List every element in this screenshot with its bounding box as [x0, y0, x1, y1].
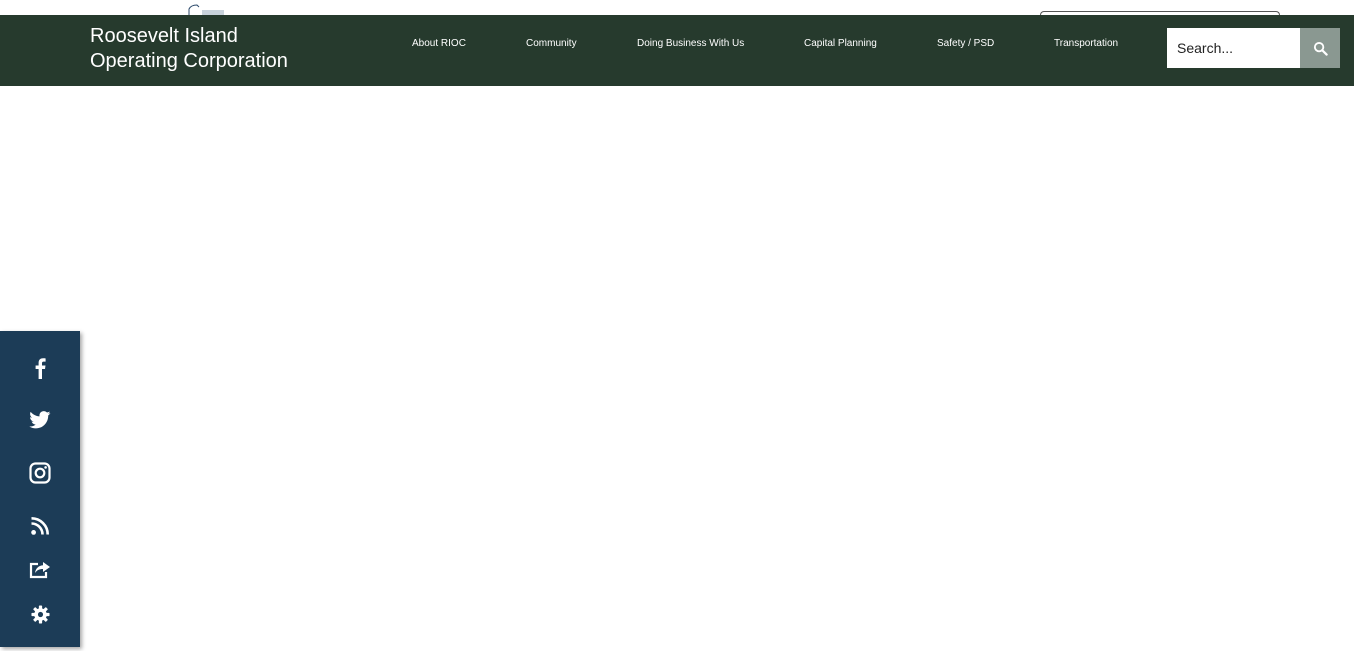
twitter-link[interactable] [0, 400, 80, 440]
brand-name-line-1: Roosevelt Island [90, 25, 238, 47]
nav-item-doing-business[interactable]: Doing Business With Us [637, 38, 744, 49]
facebook-icon [35, 358, 46, 379]
search-icon [1313, 41, 1328, 56]
rss-link[interactable] [0, 506, 80, 546]
share-icon [29, 562, 50, 579]
instagram-link[interactable] [0, 453, 80, 493]
social-sidebar [0, 331, 80, 647]
nav-item-about-rioc[interactable]: About RIOC [412, 38, 466, 49]
site-header: Roosevelt Island Operating Corporation A… [0, 15, 1354, 86]
new-york-state-logo[interactable] [183, 4, 227, 15]
search-input[interactable] [1167, 28, 1300, 68]
twitter-icon [29, 411, 51, 429]
gear-icon [30, 604, 50, 624]
nav-item-capital-planning[interactable]: Capital Planning [804, 38, 877, 49]
nav-item-community[interactable]: Community [526, 38, 577, 49]
site-brand-link[interactable]: Roosevelt Island Operating Corporation [90, 24, 350, 74]
settings-link[interactable] [0, 594, 80, 634]
share-link[interactable] [0, 550, 80, 590]
page-scrollbar[interactable] [1354, 0, 1366, 651]
rss-icon [31, 517, 49, 535]
top-utility-strip [0, 0, 1366, 22]
nav-item-transportation[interactable]: Transportation [1054, 38, 1118, 49]
nav-item-safety-psd[interactable]: Safety / PSD [937, 38, 994, 49]
instagram-icon [29, 462, 51, 484]
brand-name-line-2: Operating Corporation [90, 50, 288, 72]
facebook-link[interactable] [0, 348, 80, 388]
search-button[interactable] [1300, 28, 1340, 68]
